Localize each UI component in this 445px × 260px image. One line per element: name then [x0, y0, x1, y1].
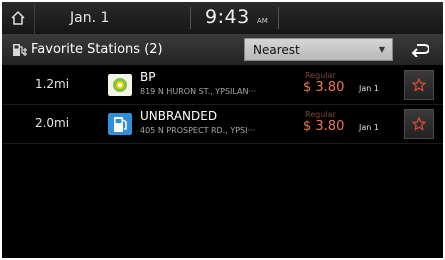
fuel-station-list-icon: [13, 44, 27, 56]
back-icon: [411, 43, 429, 57]
price-date: Jan 1: [359, 84, 379, 93]
fuel-type-label: Regular: [305, 71, 336, 80]
sort-dropdown[interactable]: Nearest ▼: [244, 38, 393, 61]
fuel-price: $ 3.80: [303, 80, 345, 95]
status-date: Jan. 1: [70, 10, 110, 26]
chevron-down-icon: ▼: [378, 45, 385, 54]
status-divider: [190, 7, 191, 29]
status-ampm: AM: [257, 17, 268, 25]
station-name: UNBRANDED: [140, 109, 218, 123]
home-icon: [11, 11, 25, 25]
status-bar: Jan. 1 9:43 AM: [2, 2, 443, 35]
favorite-button[interactable]: [404, 70, 434, 100]
fuel-price: $ 3.80: [303, 119, 345, 134]
station-row[interactable]: 1.2mi BP 819 N HURON ST., YPSILAN··· Reg…: [2, 66, 443, 105]
status-divider: [278, 7, 279, 29]
station-distance: 2.0mi: [34, 116, 70, 130]
back-button[interactable]: [400, 38, 440, 61]
page-title: Favorite Stations (2): [31, 42, 163, 57]
home-button[interactable]: [2, 2, 35, 34]
price-date: Jan 1: [359, 123, 379, 132]
station-row[interactable]: 2.0mi UNBRANDED 405 N PROSPECT RD., YPSI…: [2, 105, 443, 144]
station-address: 405 N PROSPECT RD., YPSI···: [140, 126, 256, 135]
toolbar: Favorite Stations (2) Nearest ▼: [2, 35, 443, 65]
star-outline-icon: [412, 117, 426, 131]
station-name: BP: [140, 70, 156, 84]
star-outline-icon: [412, 78, 426, 92]
bp-logo-icon: [108, 74, 132, 96]
screen: Jan. 1 9:43 AM Favorite Stations (2) Nea…: [2, 2, 443, 258]
fuel-pump-logo-icon: [108, 113, 132, 135]
station-address: 819 N HURON ST., YPSILAN···: [140, 87, 257, 96]
favorite-button[interactable]: [404, 109, 434, 139]
status-time: 9:43: [205, 6, 250, 28]
sort-value: Nearest: [253, 43, 300, 57]
station-distance: 1.2mi: [34, 77, 70, 91]
fuel-type-label: Regular: [305, 110, 336, 119]
